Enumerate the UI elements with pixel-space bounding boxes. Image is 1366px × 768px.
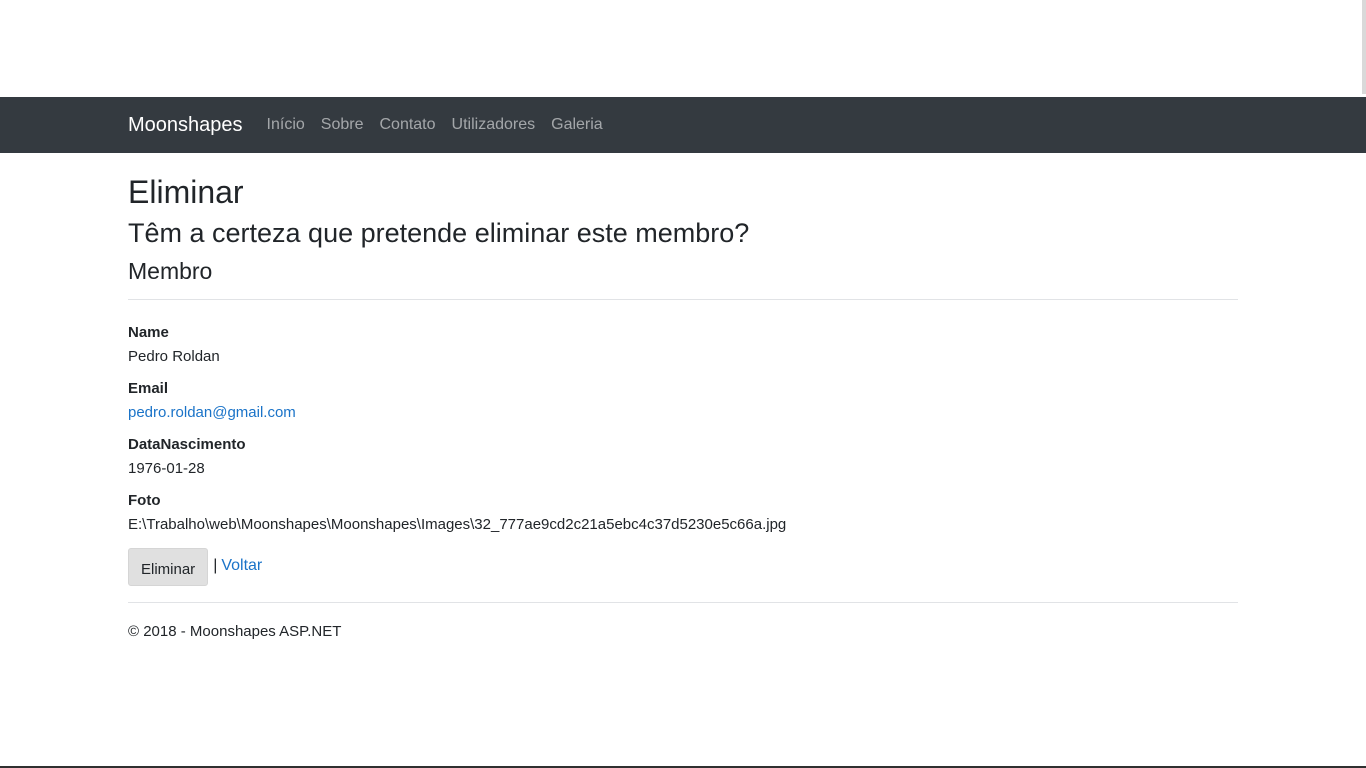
page-title: Eliminar <box>128 174 244 210</box>
main-content: Eliminar Têm a certeza que pretende elim… <box>128 173 1238 643</box>
section-divider <box>128 299 1238 300</box>
email-label: Email <box>128 380 169 397</box>
footer-text: © 2018 - Moonshapes ASP.NET <box>128 623 342 640</box>
confirm-question: Têm a certeza que pretende eliminar este… <box>128 218 750 248</box>
nav-link-inicio[interactable]: Início <box>259 117 313 133</box>
birthdate-label: DataNascimento <box>128 436 246 453</box>
nav-link-galeria[interactable]: Galeria <box>543 117 611 133</box>
email-link[interactable]: pedro.roldan@gmail.com <box>128 404 296 421</box>
footer-divider <box>128 602 1238 603</box>
navbar: Moonshapes Início Sobre Contato Utilizad… <box>0 97 1366 153</box>
form-actions: Eliminar | Voltar <box>128 548 1238 586</box>
birthdate-value: 1976-01-28 <box>128 460 205 477</box>
member-details: Name Pedro Roldan Email pedro.roldan@gma… <box>128 321 1238 537</box>
email-value-container: pedro.roldan@gmail.com <box>128 401 1238 425</box>
brand-link[interactable]: Moonshapes <box>128 115 243 135</box>
photo-label: Foto <box>128 492 161 509</box>
photo-value: E:\Trabalho\web\Moonshapes\Moonshapes\Im… <box>128 516 787 533</box>
nav-link-contato[interactable]: Contato <box>371 117 443 133</box>
action-separator: | <box>213 557 218 574</box>
nav-link-sobre[interactable]: Sobre <box>313 117 372 133</box>
scrollbar-thumb[interactable] <box>1362 0 1366 94</box>
name-label: Name <box>128 324 169 341</box>
top-space <box>0 0 1366 97</box>
back-link[interactable]: Voltar <box>221 557 262 575</box>
nav-link-utilizadores[interactable]: Utilizadores <box>444 117 544 133</box>
name-value: Pedro Roldan <box>128 348 220 365</box>
delete-button[interactable]: Eliminar <box>128 548 209 586</box>
section-title: Membro <box>128 258 213 284</box>
nav-links: Início Sobre Contato Utilizadores Galeri… <box>259 117 611 133</box>
footer: © 2018 - Moonshapes ASP.NET <box>128 621 1238 643</box>
